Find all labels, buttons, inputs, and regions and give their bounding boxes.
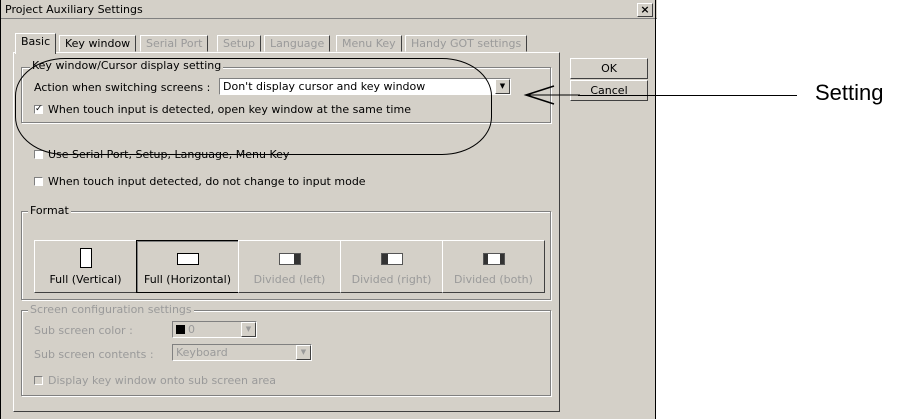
title-bar: Project Auxiliary Settings × (1, 0, 657, 19)
divided-right-icon (380, 253, 403, 265)
sub-screen-color-label: Sub screen color : (34, 324, 133, 337)
screen-config-group-legend: Screen configuration settings (28, 303, 194, 316)
sub-screen-contents-label: Sub screen contents : (34, 348, 154, 361)
display-key-window-checkbox (34, 376, 43, 385)
close-button[interactable]: × (637, 3, 653, 17)
format-group-legend: Format (28, 204, 71, 217)
tab-setup: Setup (217, 35, 262, 52)
annotation-label: Setting (815, 80, 884, 105)
tab-key-window[interactable]: Key window (59, 35, 137, 52)
format-divided-both-label: Divided (both) (454, 273, 533, 286)
divided-both-icon (482, 253, 505, 265)
format-divided-left-label: Divided (left) (253, 273, 326, 286)
format-divided-left-button: Divided (left) (238, 240, 341, 293)
tab-serial-port: Serial Port (140, 35, 209, 52)
tab-language: Language (264, 35, 331, 52)
format-full-horizontal-button[interactable]: Full (Horizontal) (136, 240, 239, 293)
tab-basic[interactable]: Basic (15, 33, 57, 54)
sub-screen-contents-select: Keyboard ▼ (172, 344, 312, 361)
ok-button[interactable]: OK (570, 58, 648, 79)
chevron-down-icon[interactable]: ▼ (495, 79, 510, 94)
format-full-vertical-button[interactable]: Full (Vertical) (34, 240, 137, 293)
window-title: Project Auxiliary Settings (5, 3, 143, 16)
display-key-window-label: Display key window onto sub screen area (48, 374, 277, 387)
divided-left-icon (278, 253, 301, 265)
use-serial-port-checkbox[interactable] (34, 150, 43, 159)
full-vertical-icon (79, 248, 92, 268)
no-input-mode-checkbox[interactable] (34, 177, 43, 186)
annotation-arrow-icon (523, 85, 580, 105)
window-right-edge (655, 0, 656, 419)
sub-screen-color-value: 0 (188, 323, 195, 336)
sub-screen-contents-value: Keyboard (176, 346, 228, 359)
no-input-mode-label: When touch input detected, do not change… (48, 175, 366, 188)
chevron-down-icon: ▼ (241, 322, 256, 337)
dialog-window: Project Auxiliary Settings × Basic Key w… (0, 0, 657, 419)
annotation-highlight-ellipse (15, 58, 492, 155)
cancel-button[interactable]: Cancel (570, 80, 648, 101)
color-swatch (176, 325, 185, 334)
format-full-vertical-label: Full (Vertical) (49, 273, 122, 286)
sub-screen-color-select: 0 ▼ (172, 321, 257, 338)
format-divided-both-button: Divided (both) (442, 240, 545, 293)
tab-handy-got-settings: Handy GOT settings (405, 35, 528, 52)
chevron-down-icon: ▼ (296, 345, 311, 360)
tab-menu-key: Menu Key (336, 35, 402, 52)
format-divided-right-button: Divided (right) (340, 240, 443, 293)
format-full-horizontal-label: Full (Horizontal) (143, 273, 232, 286)
annotation-line (578, 95, 797, 96)
full-horizontal-icon (176, 253, 199, 265)
format-divided-right-label: Divided (right) (351, 273, 432, 286)
